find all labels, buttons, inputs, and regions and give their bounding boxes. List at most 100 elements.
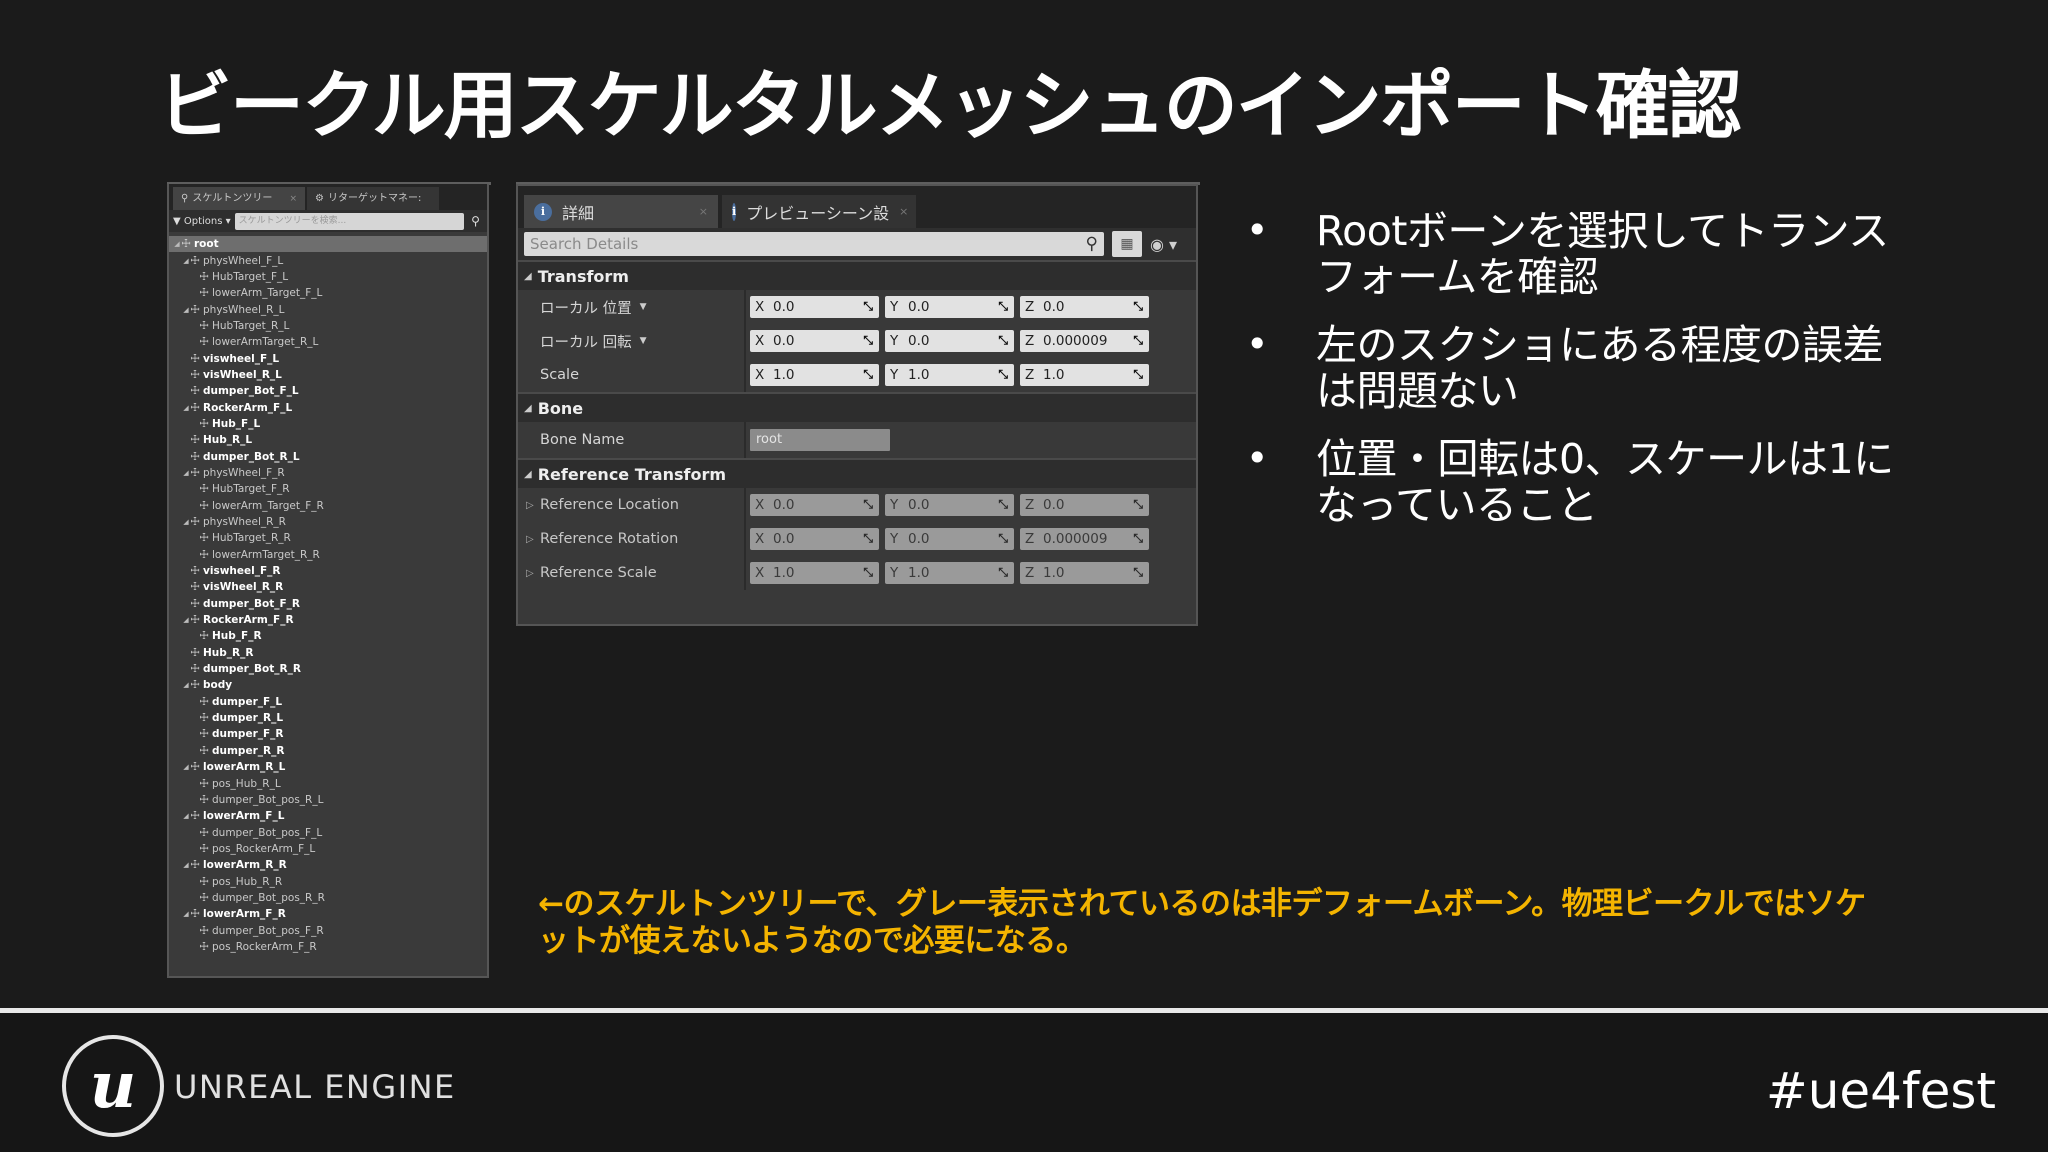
resize-arrows-icon[interactable]: ⤡ <box>1133 367 1143 382</box>
tree-row[interactable]: ☩ dumper_Bot_pos_R_L <box>169 792 487 808</box>
tree-row[interactable]: ◢ ☩ physWheel_R_L <box>169 301 487 317</box>
tree-row[interactable]: ◢ ☩ physWheel_F_L <box>169 252 487 268</box>
z-value-field[interactable]: Z 0.000009 ⤡ <box>1020 330 1149 352</box>
section-bone[interactable]: ◢ Bone <box>518 392 1196 422</box>
tree-row[interactable]: ☩ dumper_Bot_R_R <box>169 661 487 677</box>
tree-row[interactable]: ☩ dumper_Bot_F_R <box>169 596 487 612</box>
close-icon[interactable]: × <box>699 205 708 218</box>
tree-row[interactable]: ☩ dumper_Bot_pos_F_L <box>169 824 487 840</box>
tree-row[interactable]: ☩ dumper_Bot_R_L <box>169 448 487 464</box>
y-value-field[interactable]: Y 1.0 ⤡ <box>885 364 1014 386</box>
resize-arrows-icon[interactable]: ⤡ <box>998 367 1008 382</box>
tree-row[interactable]: ☩ HubTarget_F_R <box>169 481 487 497</box>
close-icon[interactable]: × <box>289 188 297 210</box>
resize-arrows-icon[interactable]: ⤡ <box>998 299 1008 314</box>
resize-arrows-icon[interactable]: ⤡ <box>863 299 873 314</box>
bone-icon: ☩ <box>199 547 209 561</box>
tree-row[interactable]: ☩ Hub_F_L <box>169 416 487 432</box>
tree-row[interactable]: ☩ viswheel_F_R <box>169 563 487 579</box>
section-transform[interactable]: ◢ Transform <box>518 260 1196 290</box>
tab-skeleton-tree[interactable]: ⚲ スケルトンツリー × <box>173 187 305 210</box>
tree-row[interactable]: ☩ dumper_Bot_pos_F_R <box>169 922 487 938</box>
search-icon[interactable]: ⚲ <box>468 214 483 229</box>
close-icon[interactable]: × <box>899 205 908 218</box>
tree-row[interactable]: ☩ lowerArmTarget_R_L <box>169 334 487 350</box>
property-label[interactable]: ▷ Reference Rotation <box>518 522 746 556</box>
tab-preview-scene-settings[interactable]: i プレビューシーン設 × <box>722 195 916 228</box>
tree-row[interactable]: ◢ ☩ physWheel_F_R <box>169 465 487 481</box>
tree-row[interactable]: ☩ dumper_Bot_pos_R_R <box>169 890 487 906</box>
tree-row[interactable]: ☩ HubTarget_R_R <box>169 530 487 546</box>
expand-arrow-icon[interactable]: ◢ <box>182 469 190 477</box>
x-value-field[interactable]: X 0.0 ⤡ <box>750 296 879 318</box>
expand-arrow-icon[interactable]: ◢ <box>182 910 190 918</box>
tree-row[interactable]: ☩ visWheel_R_R <box>169 579 487 595</box>
tree-row[interactable]: ☩ dumper_R_R <box>169 743 487 759</box>
tree-row[interactable]: ☩ pos_Hub_R_R <box>169 873 487 889</box>
tree-row[interactable]: ◢ ☩ lowerArm_F_R <box>169 906 487 922</box>
eye-icon[interactable]: ◉ ▾ <box>1150 235 1177 254</box>
resize-arrows-icon[interactable]: ⤡ <box>863 333 873 348</box>
tree-row[interactable]: ☩ dumper_Bot_F_L <box>169 383 487 399</box>
options-dropdown[interactable]: ▼ Options ▾ <box>173 216 231 227</box>
tree-row[interactable]: ☩ pos_RockerArm_F_R <box>169 939 487 955</box>
tree-row[interactable]: ◢ ☩ root <box>169 236 487 253</box>
y-value-field[interactable]: Y 0.0 ⤡ <box>885 296 1014 318</box>
tree-row[interactable]: ☩ Hub_R_L <box>169 432 487 448</box>
tree-row[interactable]: ◢ ☩ physWheel_R_R <box>169 514 487 530</box>
tree-row[interactable]: ☩ pos_RockerArm_F_L <box>169 841 487 857</box>
z-value-field[interactable]: Z 1.0 ⤡ <box>1020 364 1149 386</box>
tab-retarget-manager[interactable]: ⚙ リターゲットマネー: <box>307 187 439 210</box>
tree-row[interactable]: ◢ ☩ RockerArm_F_L <box>169 399 487 415</box>
tree-row[interactable]: ☩ visWheel_R_L <box>169 367 487 383</box>
hashtag: #ue4fest <box>1765 1062 1996 1120</box>
tree-row[interactable]: ☩ dumper_R_L <box>169 710 487 726</box>
tree-row[interactable]: ◢ ☩ lowerArm_F_L <box>169 808 487 824</box>
property-label[interactable]: ▷ Reference Scale <box>518 556 746 590</box>
tree-row[interactable]: ◢ ☩ lowerArm_R_R <box>169 857 487 873</box>
tree-row[interactable]: ☩ dumper_F_L <box>169 694 487 710</box>
x-value-field[interactable]: X 1.0 ⤡ <box>750 364 879 386</box>
tree-row[interactable]: ◢ ☩ body <box>169 677 487 693</box>
tree-row[interactable]: ☩ Hub_F_R <box>169 628 487 644</box>
tree-row[interactable]: ◢ ☩ lowerArm_R_L <box>169 759 487 775</box>
resize-arrows-icon[interactable]: ⤡ <box>998 333 1008 348</box>
section-reference-transform[interactable]: ◢ Reference Transform <box>518 458 1196 488</box>
expand-arrow-icon[interactable]: ◢ <box>182 518 190 526</box>
expand-arrow-icon[interactable]: ◢ <box>182 257 190 265</box>
x-value-field[interactable]: X 0.0 ⤡ <box>750 330 879 352</box>
y-value-field[interactable]: Y 0.0 ⤡ <box>885 330 1014 352</box>
z-value-field[interactable]: Z 0.0 ⤡ <box>1020 296 1149 318</box>
expand-arrow-icon[interactable]: ◢ <box>182 812 190 820</box>
tree-row[interactable]: ☩ lowerArmTarget_R_R <box>169 547 487 563</box>
expand-arrow-icon[interactable]: ◢ <box>182 616 190 624</box>
chevron-down-icon[interactable]: ▼ <box>640 302 647 312</box>
expand-arrow-icon[interactable]: ◢ <box>182 306 190 314</box>
tree-row[interactable]: ☩ viswheel_F_L <box>169 350 487 366</box>
tree-row[interactable]: ☩ lowerArm_Target_F_R <box>169 498 487 514</box>
details-search-input[interactable]: Search Details ⚲ <box>524 232 1104 256</box>
resize-arrows-icon[interactable]: ⤡ <box>1133 299 1143 314</box>
tree-row[interactable]: ☩ Hub_R_R <box>169 645 487 661</box>
expand-arrow-icon[interactable]: ◢ <box>173 240 181 248</box>
skeleton-tree-search-input[interactable]: スケルトンツリーを検索... <box>234 212 464 230</box>
tree-row[interactable]: ◢ ☩ RockerArm_F_R <box>169 612 487 628</box>
tree-row[interactable]: ☩ pos_Hub_R_L <box>169 775 487 791</box>
expand-arrow-icon[interactable]: ◢ <box>182 763 190 771</box>
expand-arrow-icon[interactable]: ▷ <box>526 568 534 579</box>
property-matrix-button[interactable]: ▦ <box>1112 231 1142 257</box>
tree-row[interactable]: ☩ HubTarget_F_L <box>169 269 487 285</box>
expand-arrow-icon[interactable]: ◢ <box>182 861 190 869</box>
chevron-down-icon[interactable]: ▼ <box>640 336 647 346</box>
expand-arrow-icon[interactable]: ▷ <box>526 534 534 545</box>
resize-arrows-icon[interactable]: ⤡ <box>1133 333 1143 348</box>
tree-row[interactable]: ☩ HubTarget_R_L <box>169 318 487 334</box>
property-label[interactable]: ▷ Reference Location <box>518 488 746 522</box>
resize-arrows-icon[interactable]: ⤡ <box>863 367 873 382</box>
expand-arrow-icon[interactable]: ◢ <box>182 404 190 412</box>
expand-arrow-icon[interactable]: ▷ <box>526 500 534 511</box>
tree-row[interactable]: ☩ dumper_F_R <box>169 726 487 742</box>
expand-arrow-icon[interactable]: ◢ <box>182 681 190 689</box>
tab-details[interactable]: i 詳細 × <box>524 195 718 228</box>
tree-row[interactable]: ☩ lowerArm_Target_F_L <box>169 285 487 301</box>
